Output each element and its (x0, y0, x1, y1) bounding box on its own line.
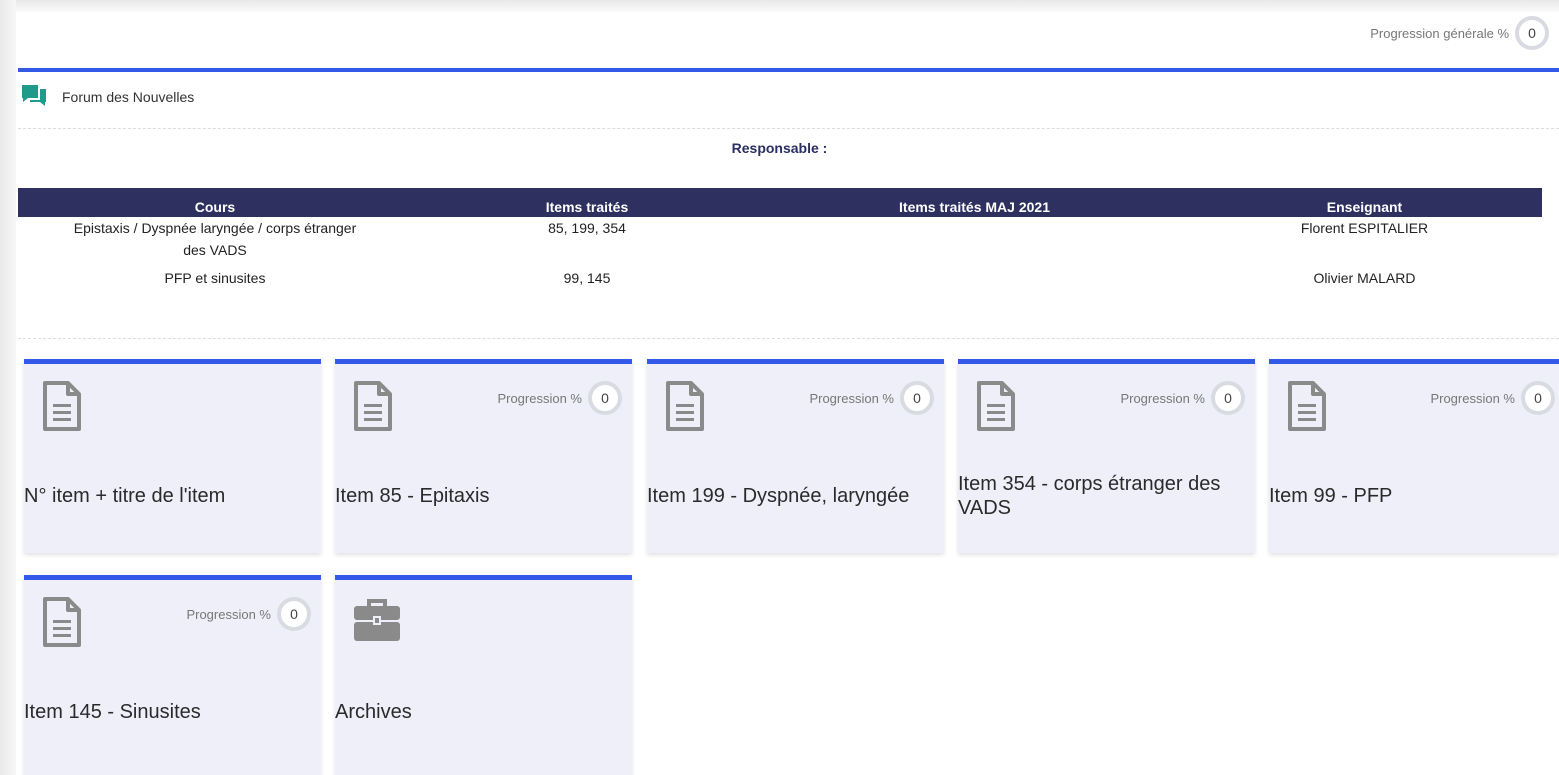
tile-title: Item 99 - PFP (1269, 485, 1393, 507)
tile-progress: Progression % 0 (1430, 381, 1555, 415)
dotted-divider (18, 338, 1559, 339)
overall-progress-circle: 0 (1515, 16, 1549, 50)
tile-title: Item 145 - Sinusites (24, 701, 201, 723)
progress-circle: 0 (277, 597, 311, 631)
course-page: Progression générale % 0 Forum des Nouve… (0, 0, 1559, 775)
progress-label: Progression % (497, 390, 582, 406)
tile-item-99[interactable]: Progression % 0 Item 99 - PFP (1269, 359, 1559, 553)
tile-title: Item 199 - Dyspnée, laryngée (647, 485, 910, 507)
header-cours: Cours (18, 188, 412, 217)
progress-circle: 0 (1521, 381, 1555, 415)
progress-label: Progression % (186, 606, 271, 622)
tile-item-145[interactable]: Progression % 0 Item 145 - Sinusites (24, 575, 321, 775)
cell-cours: PFP et sinusites (164, 270, 266, 286)
cell-maj (762, 217, 1187, 261)
document-icon (353, 380, 393, 437)
overall-progress: Progression générale % 0 (1370, 16, 1549, 50)
section-divider (18, 68, 1559, 72)
overall-progress-label: Progression générale % (1370, 25, 1509, 41)
tile-item-354[interactable]: Progression % 0 Item 354 - corps étrange… (958, 359, 1255, 553)
tile-title: N° item + titre de l'item (24, 485, 226, 507)
progress-circle: 0 (900, 381, 934, 415)
header-items: Items traités (412, 188, 762, 217)
progress-circle: 0 (1211, 381, 1245, 415)
cell-enseignant: Florent ESPITALIER (1300, 220, 1429, 236)
chat-bubbles-icon (20, 83, 48, 112)
tile-progress: Progression % 0 (1120, 381, 1245, 415)
progress-label: Progression % (809, 390, 894, 406)
cell-items: 85, 199, 354 (548, 220, 626, 236)
progress-circle: 0 (588, 381, 622, 415)
dotted-divider (18, 128, 1559, 129)
table-header-row: Cours Items traités Items traités MAJ 20… (18, 188, 1542, 217)
forum-link[interactable]: Forum des Nouvelles (20, 84, 194, 110)
cell-cours: Epistaxis / Dyspnée laryngée / corps étr… (73, 220, 357, 258)
tile-progress: Progression % 0 (186, 597, 311, 631)
tile-progress: Progression % 0 (809, 381, 934, 415)
left-shadow (0, 0, 16, 775)
tile-item-template[interactable]: N° item + titre de l'item (24, 359, 321, 553)
responsable-label: Responsable : (731, 140, 828, 156)
tile-item-85[interactable]: Progression % 0 Item 85 - Epitaxis (335, 359, 632, 553)
tile-archives[interactable]: Archives (335, 575, 632, 775)
document-icon (976, 380, 1016, 437)
progress-label: Progression % (1430, 390, 1515, 406)
document-icon (665, 380, 705, 437)
table-row: Epistaxis / Dyspnée laryngée / corps étr… (18, 217, 1542, 261)
briefcase-icon (353, 598, 401, 647)
cell-maj (762, 261, 1187, 289)
document-icon (42, 380, 82, 437)
header-items-maj: Items traités MAJ 2021 (762, 188, 1187, 217)
header-enseignant: Enseignant (1187, 188, 1542, 217)
progress-label: Progression % (1120, 390, 1205, 406)
table-row: PFP et sinusites 99, 145 Olivier MALARD (18, 261, 1542, 289)
cell-items: 99, 145 (563, 270, 611, 286)
tile-item-199[interactable]: Progression % 0 Item 199 - Dyspnée, lary… (647, 359, 944, 553)
cell-enseignant: Olivier MALARD (1313, 270, 1416, 286)
tile-title: Archives (335, 701, 412, 723)
top-shadow (0, 0, 1559, 12)
tile-title: Item 354 - corps étranger des VADS (958, 473, 1221, 519)
document-icon (1287, 380, 1327, 437)
course-table: Cours Items traités Items traités MAJ 20… (18, 188, 1542, 289)
forum-label: Forum des Nouvelles (62, 89, 195, 105)
document-icon (42, 596, 82, 653)
tile-progress: Progression % 0 (497, 381, 622, 415)
tile-title: Item 85 - Epitaxis (335, 485, 490, 507)
